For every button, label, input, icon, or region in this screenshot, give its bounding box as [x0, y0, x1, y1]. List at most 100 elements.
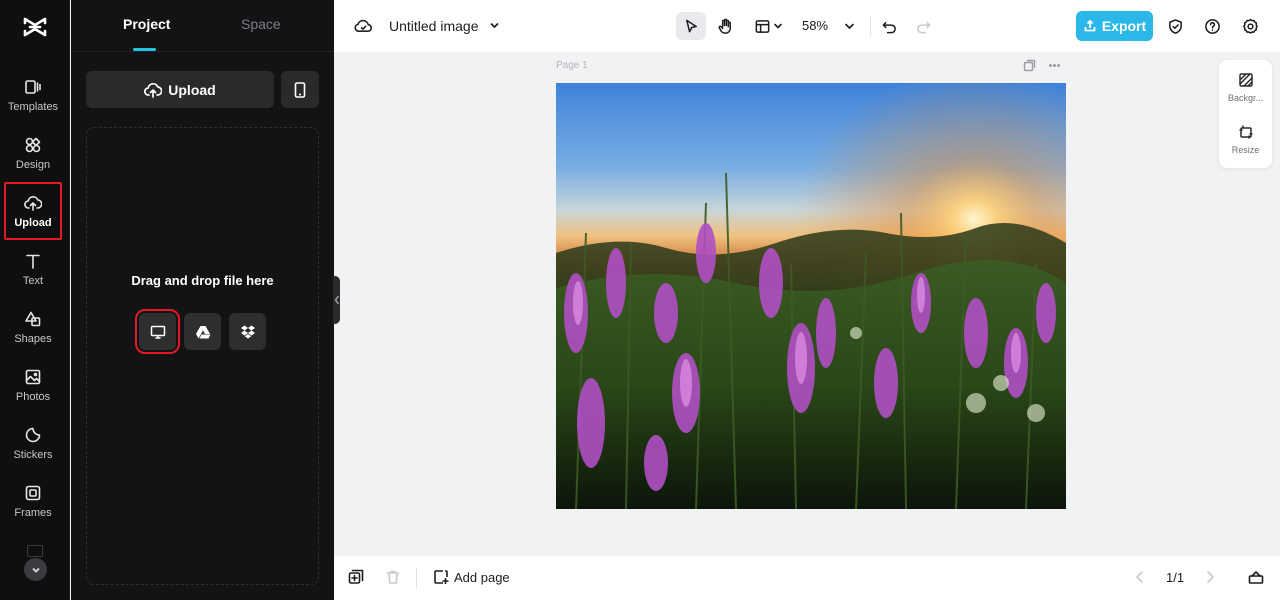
hand-icon [718, 18, 731, 34]
side-item-label: Backgr... [1227, 93, 1263, 103]
google-drive-icon [195, 325, 210, 338]
chevron-left-icon [334, 295, 339, 305]
chevron-down-icon [773, 23, 782, 29]
drop-zone-text: Drag and drop file here [131, 273, 274, 288]
help-icon [1204, 18, 1220, 34]
chevron-right-icon [1207, 571, 1214, 583]
upload-from-google-drive-button[interactable] [184, 313, 221, 350]
layout-icon [755, 19, 769, 33]
document-title-menu[interactable]: Untitled image [354, 16, 500, 35]
frames-icon [25, 485, 41, 500]
undo-button[interactable] [874, 12, 904, 40]
upload-cloud-icon [144, 82, 163, 98]
upload-from-computer-button[interactable] [135, 309, 180, 354]
upload-button[interactable]: Upload [86, 71, 274, 108]
upload-button-label: Upload [168, 81, 216, 98]
rail-item-stickers[interactable]: Stickers [4, 414, 62, 472]
rail-item-label: Frames [14, 506, 52, 519]
resize-icon [1239, 125, 1252, 139]
rail-item-label: Templates [7, 100, 59, 113]
upload-from-dropbox-button[interactable] [229, 313, 266, 350]
delete-page-button[interactable] [385, 569, 403, 587]
settings-button[interactable] [1235, 12, 1265, 40]
hand-tool-button[interactable] [710, 12, 740, 40]
next-page-button[interactable] [1202, 569, 1220, 587]
page-manager-button[interactable] [1248, 569, 1266, 587]
page-actions [1023, 59, 1061, 72]
zoom-menu-button[interactable] [836, 12, 862, 40]
pointer-icon [685, 19, 697, 32]
upload-from-phone-button[interactable] [281, 71, 319, 108]
rail-item-label: Stickers [13, 448, 53, 461]
previous-page-button[interactable] [1132, 569, 1150, 587]
add-page-icon [434, 570, 449, 584]
select-tool-button[interactable] [676, 12, 706, 40]
text-icon [26, 254, 40, 269]
rail-item-templates[interactable]: Templates [4, 66, 62, 124]
chevron-down-icon [844, 23, 854, 29]
computer-icon [150, 325, 165, 339]
rail-item-label: Text [22, 274, 44, 287]
shapes-icon [25, 311, 41, 326]
stickers-icon [25, 427, 41, 442]
rail-item-photos[interactable]: Photos [4, 356, 62, 414]
more-options-icon[interactable] [1048, 59, 1061, 72]
export-icon [1084, 19, 1096, 32]
add-page-button[interactable]: Add page [433, 569, 510, 585]
duplicate-page-icon[interactable] [1023, 59, 1036, 72]
export-button-label: Export [1101, 18, 1147, 34]
left-rail: Templates Design Upload Text Shapes Phot… [0, 0, 70, 600]
undo-icon [882, 21, 896, 33]
shield-button[interactable] [1160, 12, 1190, 40]
rail-item-design[interactable]: Design [4, 124, 62, 182]
chevron-left-icon [1136, 571, 1143, 583]
rail-item-upload[interactable]: Upload [4, 182, 62, 240]
rail-item-label: Photos [15, 390, 51, 403]
panel-tabs: Project Space [71, 0, 334, 52]
toolbar-divider [870, 16, 871, 36]
trash-icon [386, 570, 400, 584]
side-item-label: Resize [1231, 145, 1260, 155]
bottom-bar: Add page 1/1 [334, 556, 1280, 600]
background-button[interactable]: Backgr... [1219, 72, 1272, 103]
duplicate-page-button[interactable] [348, 569, 366, 587]
rail-expand-button[interactable] [24, 558, 47, 581]
page-counter: 1/1 [1166, 570, 1185, 585]
phone-icon [294, 81, 306, 98]
pages-tray-icon [1248, 571, 1264, 584]
rail-item-text[interactable]: Text [4, 240, 62, 298]
redo-button[interactable] [908, 12, 938, 40]
rail-item-label: Shapes [14, 332, 52, 345]
capcut-logo-icon[interactable] [21, 13, 49, 41]
design-icon [25, 137, 41, 152]
resize-button[interactable]: Resize [1219, 124, 1272, 155]
wildflower-photo [556, 83, 1066, 509]
drop-zone[interactable]: Drag and drop file here [86, 127, 319, 585]
photos-icon [25, 369, 41, 384]
toolbar-divider [416, 568, 417, 588]
page-label: Page 1 [556, 60, 588, 71]
templates-icon [25, 79, 41, 94]
chevron-down-icon [489, 22, 499, 29]
duplicate-page-icon [348, 569, 364, 584]
canvas-side-panel: Backgr... Resize [1219, 60, 1272, 168]
help-button[interactable] [1197, 12, 1227, 40]
rail-item-label: Upload [14, 216, 52, 229]
top-bar: Untitled image 58% Export [334, 0, 1280, 52]
rail-item-frames[interactable]: Frames [4, 472, 62, 530]
tab-project[interactable]: Project [123, 16, 170, 32]
add-page-label: Add page [454, 569, 510, 585]
upload-panel: Project Space Upload Drag and drop file … [71, 0, 334, 600]
document-title: Untitled image [389, 17, 479, 34]
canvas-image-wildflower-field[interactable] [556, 83, 1066, 509]
more-tools-icon [27, 545, 43, 557]
collapse-panel-handle[interactable] [333, 276, 340, 324]
export-button[interactable]: Export [1076, 11, 1153, 41]
gear-icon [1242, 18, 1258, 34]
zoom-level[interactable]: 58% [802, 18, 828, 33]
tab-space[interactable]: Space [241, 16, 281, 32]
dropbox-icon [240, 325, 255, 338]
shield-icon [1168, 18, 1182, 34]
rail-item-shapes[interactable]: Shapes [4, 298, 62, 356]
layout-menu-button[interactable] [748, 12, 788, 40]
